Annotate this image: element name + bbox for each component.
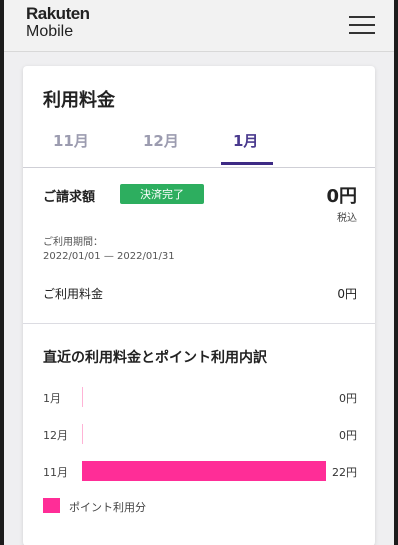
tax-included-note: 税込 <box>337 213 357 224</box>
tab-november[interactable]: 11月 <box>53 130 89 151</box>
billing-amount-label: ご請求額 <box>43 190 96 205</box>
breakdown-row: 1月 0円 <box>23 387 375 409</box>
legend-label: ポイント利用分 <box>69 501 146 514</box>
bar-track <box>82 461 326 481</box>
bar-track <box>82 387 326 407</box>
usage-fee-card: 利用料金 11月 12月 1月 ご請求額 決済完了 0円 税込 ご利用期間： 2… <box>23 66 375 545</box>
billing-amount: 0円 <box>326 186 357 207</box>
zero-bar-marker <box>82 387 83 407</box>
row-month: 12月 <box>43 429 68 442</box>
usage-period-value: 2022/01/01 — 2022/01/31 <box>43 251 175 262</box>
logo-line2: Mobile <box>26 23 74 40</box>
row-value: 0円 <box>339 429 357 442</box>
logo-line1: Rakuten <box>26 4 90 23</box>
tab-december[interactable]: 12月 <box>143 130 179 151</box>
zero-bar-marker <box>82 424 83 444</box>
breakdown-row: 11月 22円 <box>23 461 375 483</box>
usage-fee-label: ご利用料金 <box>43 287 104 301</box>
active-tab-indicator <box>221 162 273 165</box>
usage-fee-value: 0円 <box>337 287 357 301</box>
status-badge: 決済完了 <box>120 184 204 204</box>
usage-period-label: ご利用期間： <box>43 237 103 248</box>
bar-track <box>82 424 326 444</box>
usage-bar <box>82 461 326 481</box>
app-header: Rakuten Mobile <box>4 0 394 52</box>
row-value: 22円 <box>332 466 357 479</box>
legend-swatch <box>43 498 60 513</box>
month-tabs: 11月 12月 1月 <box>23 126 375 166</box>
app-frame: Rakuten Mobile 利用料金 11月 12月 1月 ご請求額 決済完了… <box>4 0 394 545</box>
breakdown-title: 直近の利用料金とポイント利用内訳 <box>43 350 267 366</box>
breakdown-row: 12月 0円 <box>23 424 375 446</box>
page-title: 利用料金 <box>43 90 115 111</box>
tabs-divider <box>23 167 375 168</box>
row-month: 11月 <box>43 466 68 479</box>
tab-january[interactable]: 1月 <box>233 130 258 151</box>
section-divider <box>23 323 375 324</box>
hamburger-menu-icon[interactable] <box>349 16 375 38</box>
rakuten-mobile-logo[interactable]: Rakuten Mobile <box>26 5 90 40</box>
row-value: 0円 <box>339 392 357 405</box>
row-month: 1月 <box>43 392 61 405</box>
